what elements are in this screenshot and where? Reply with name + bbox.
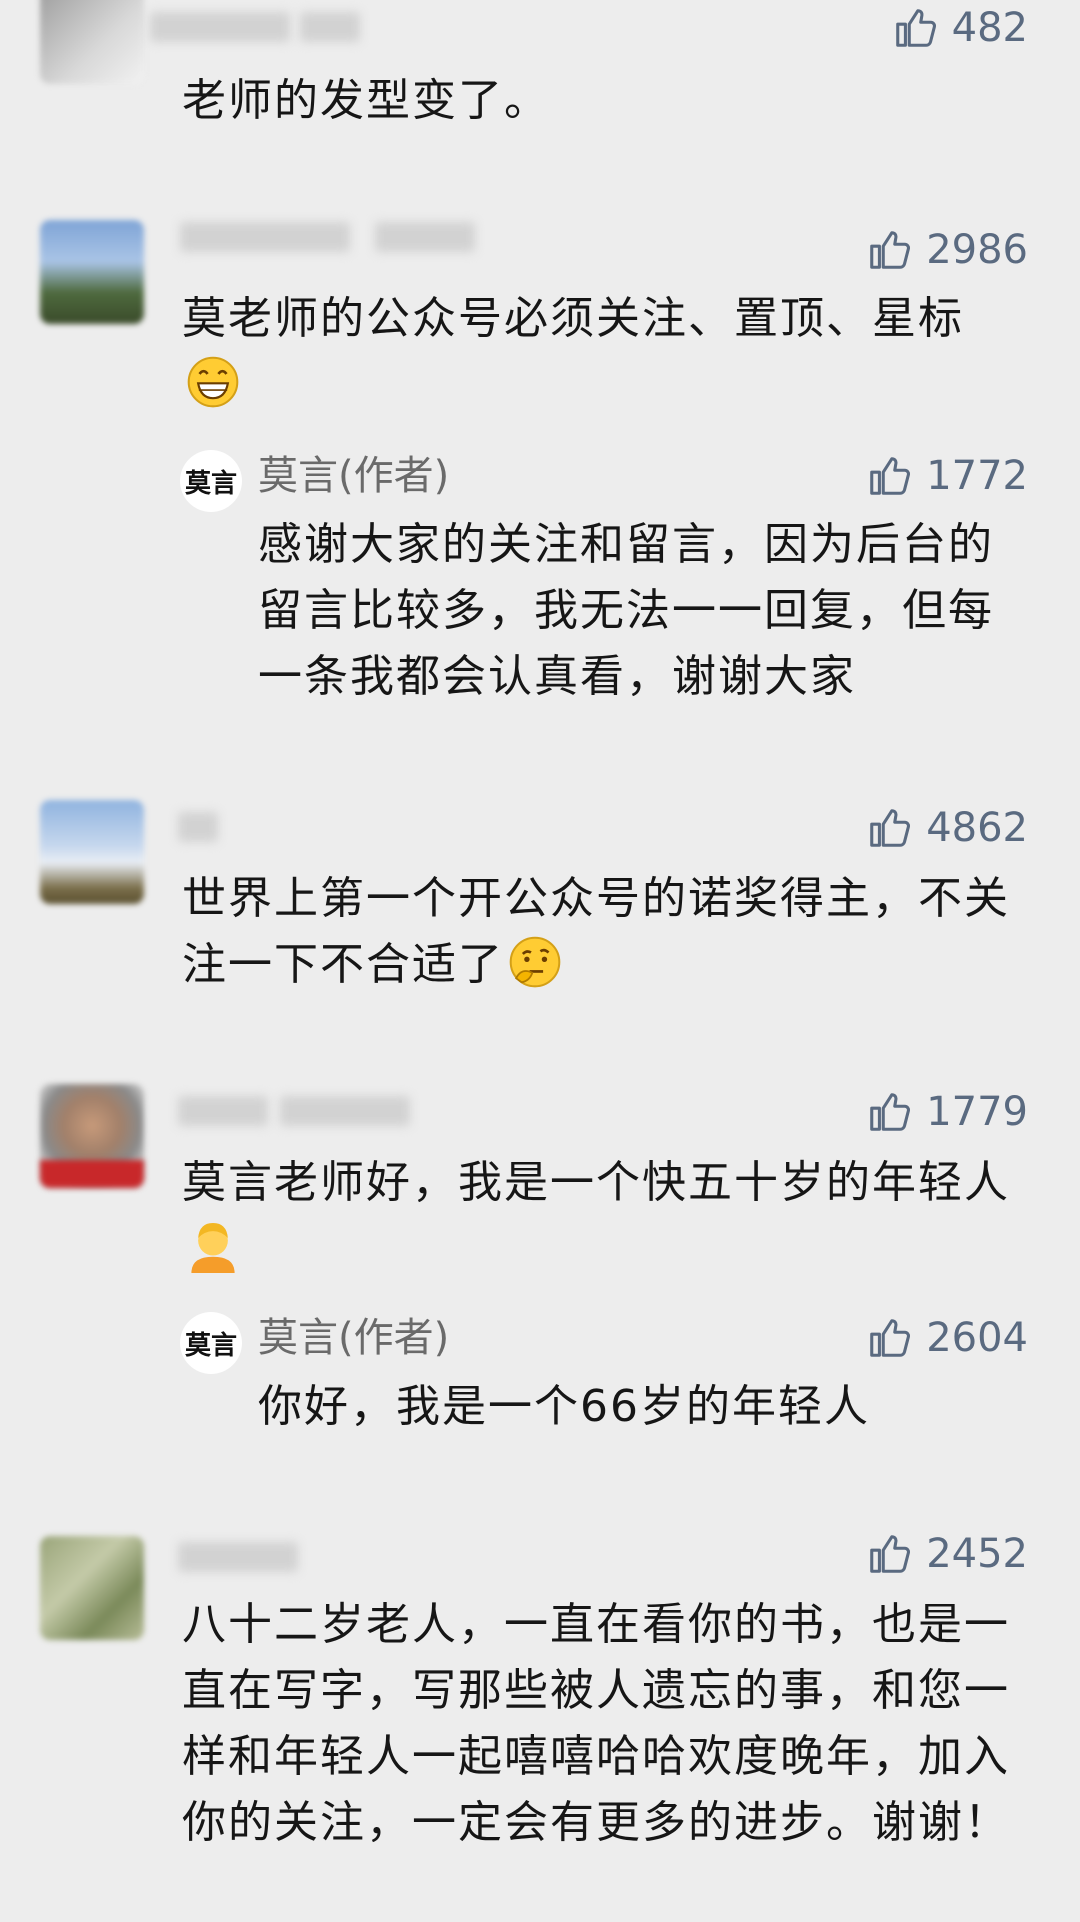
username[interactable]: [280, 1096, 410, 1126]
author-avatar[interactable]: 莫言: [180, 1312, 242, 1374]
author-name[interactable]: 莫言(作者): [258, 448, 449, 504]
like-count: 2452: [926, 1531, 1028, 1577]
comment-text: 八十二岁老人，一直在看你的书，也是一直在写字，写那些被人遗忘的事，和您一样和年轻…: [182, 1599, 1010, 1848]
comment-text: 世界上第一个开公众号的诺奖得主，不关注一下不合适了: [182, 866, 1034, 998]
thumbs-up-icon: [866, 1315, 912, 1361]
like-count: 1772: [926, 453, 1028, 499]
username[interactable]: [178, 812, 218, 842]
like-count: 2604: [926, 1315, 1028, 1361]
person-emoji: [191, 1223, 235, 1273]
avatar-detail: [40, 1160, 144, 1188]
comment-text-body: 莫言老师好，我是一个快五十岁的年轻人: [182, 1157, 1010, 1208]
comment-text: 莫言老师好，我是一个快五十岁的年轻人: [182, 1150, 1034, 1282]
username[interactable]: [178, 1542, 298, 1572]
like-button[interactable]: 2986: [866, 222, 1028, 278]
thumbs-up-icon: [866, 1531, 912, 1577]
author-name[interactable]: 莫言(作者): [258, 1310, 449, 1366]
username[interactable]: [150, 12, 290, 42]
like-count: 2986: [926, 227, 1028, 273]
username[interactable]: [375, 222, 475, 252]
like-count: 482: [951, 5, 1028, 51]
comment-text-body: 莫老师的公众号必须关注、置顶、星标: [182, 293, 964, 344]
like-button[interactable]: 2604: [866, 1310, 1028, 1366]
thumbs-up-icon: [866, 1089, 912, 1135]
thumbs-up-icon: [866, 453, 912, 499]
thumbs-up-icon: [866, 227, 912, 273]
comment-text-body: 世界上第一个开公众号的诺奖得主，不关注一下不合适了: [182, 873, 1010, 990]
like-count: 1779: [926, 1089, 1028, 1135]
avatar[interactable]: [40, 1536, 144, 1640]
reply-text: 感谢大家的关注和留言，因为后台的留言比较多，我无法一一回复，但每一条我都会认真看…: [258, 519, 994, 702]
username[interactable]: [178, 1096, 268, 1126]
avatar[interactable]: [40, 0, 144, 84]
thinking-face-emoji: [509, 936, 561, 988]
like-button[interactable]: 1772: [866, 448, 1028, 504]
author-avatar[interactable]: 莫言: [180, 450, 242, 512]
grinning-face-emoji: [187, 356, 239, 408]
avatar[interactable]: [40, 800, 144, 904]
reply-text: 你好，我是一个66岁的年轻人: [258, 1381, 870, 1432]
like-count: 4862: [926, 805, 1028, 851]
thumbs-up-icon: [866, 805, 912, 851]
comment-text: 莫老师的公众号必须关注、置顶、星标: [182, 286, 1034, 418]
comment-text: 老师的发型变了。: [182, 75, 550, 126]
like-button[interactable]: 1779: [866, 1084, 1028, 1140]
thumbs-up-icon: [892, 5, 938, 51]
avatar[interactable]: [40, 220, 144, 324]
like-button[interactable]: 482: [892, 0, 1028, 56]
like-button[interactable]: 2452: [866, 1526, 1028, 1582]
like-button[interactable]: 4862: [866, 800, 1028, 856]
username[interactable]: [180, 222, 350, 252]
username[interactable]: [300, 12, 360, 42]
